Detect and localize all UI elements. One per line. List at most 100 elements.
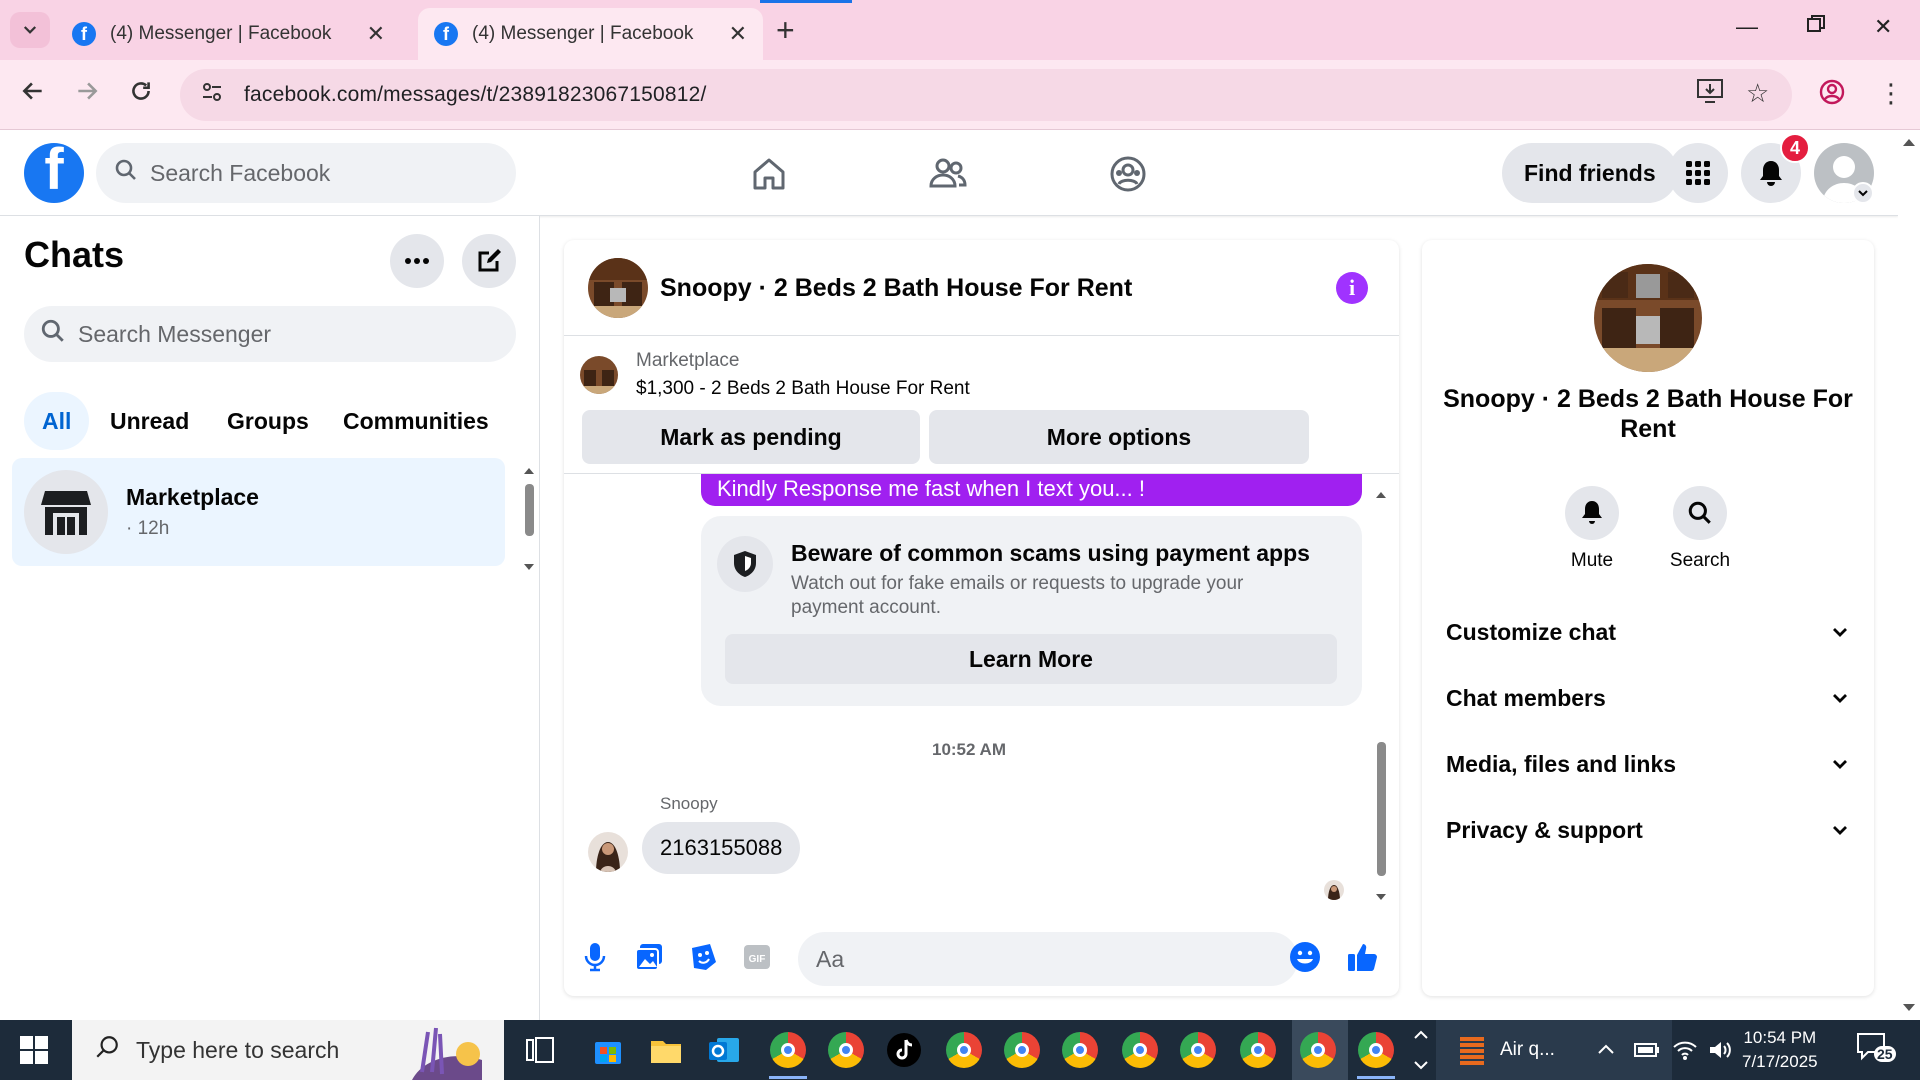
filter-all[interactable]: All xyxy=(24,392,90,450)
search-messenger-input[interactable]: Search Messenger xyxy=(24,306,516,362)
chat-list-item[interactable]: Marketplace · 12h xyxy=(12,458,505,566)
windows-start-icon[interactable] xyxy=(18,1034,50,1071)
weather-text: Air q... xyxy=(1500,1039,1555,1060)
restore-icon[interactable] xyxy=(1806,14,1826,40)
section-label: Chat members xyxy=(1446,684,1606,711)
microphone-icon[interactable] xyxy=(578,940,612,974)
wifi-icon[interactable] xyxy=(1672,1020,1698,1080)
chrome-profile-9-icon[interactable] xyxy=(1298,1030,1338,1070)
more-options-icon[interactable] xyxy=(390,234,444,288)
chrome-profile-6-icon[interactable] xyxy=(1120,1030,1160,1070)
tab-title: (4) Messenger | Facebook xyxy=(472,23,694,44)
close-tab-icon[interactable]: ✕ xyxy=(729,21,747,47)
outlook-icon[interactable] xyxy=(704,1030,744,1070)
facebook-favicon-icon: f xyxy=(434,22,458,46)
mark-as-pending-button[interactable]: Mark as pending xyxy=(582,410,920,464)
facebook-header: f Search Facebook Find friends 4 xyxy=(0,130,1898,216)
menu-grid-icon[interactable] xyxy=(1668,143,1728,203)
taskbar-scroll-arrows[interactable] xyxy=(1412,1026,1430,1080)
close-tab-icon[interactable]: ✕ xyxy=(367,21,385,47)
facebook-search-input[interactable]: Search Facebook xyxy=(96,143,516,203)
file-explorer-icon[interactable] xyxy=(646,1030,686,1070)
chevron-down-icon xyxy=(23,26,37,34)
facebook-logo-icon[interactable]: f xyxy=(24,143,84,203)
conversation-avatar[interactable] xyxy=(588,258,648,318)
bell-icon xyxy=(1565,486,1619,540)
new-tab-button[interactable]: + xyxy=(776,12,795,49)
filter-unread[interactable]: Unread xyxy=(92,392,207,450)
reload-icon[interactable] xyxy=(128,78,154,111)
chevron-down-icon xyxy=(1833,628,1847,637)
filter-groups[interactable]: Groups xyxy=(209,392,327,450)
gif-icon[interactable]: GIF xyxy=(740,940,774,974)
browser-tab-2[interactable]: f (4) Messenger | Facebook ✕ xyxy=(418,8,763,60)
task-view-icon[interactable] xyxy=(520,1030,560,1070)
page-scrollbar[interactable] xyxy=(1898,130,1920,1020)
photo-attach-icon[interactable] xyxy=(632,940,666,974)
taskbar-clock[interactable]: 10:54 PM 7/17/2025 xyxy=(1742,1026,1818,1074)
tiktok-icon[interactable] xyxy=(884,1030,924,1070)
chrome-profile-2-icon[interactable] xyxy=(826,1030,866,1070)
listing-thumbnail[interactable] xyxy=(580,356,618,394)
details-avatar[interactable] xyxy=(1594,264,1702,372)
incoming-message-bubble[interactable]: 2163155088 xyxy=(642,822,801,874)
chrome-profile-3-icon[interactable] xyxy=(944,1030,984,1070)
chrome-profile-m-icon[interactable] xyxy=(768,1030,808,1070)
learn-more-button[interactable]: Learn More xyxy=(725,634,1337,684)
conversation-scrollbar[interactable] xyxy=(1374,486,1388,906)
minimize-icon[interactable]: — xyxy=(1736,14,1758,40)
media-files-links-section[interactable]: Media, files and links xyxy=(1446,744,1850,784)
tab-search-dropdown[interactable] xyxy=(10,12,50,48)
show-hidden-icons[interactable] xyxy=(1596,1020,1616,1080)
privacy-support-section[interactable]: Privacy & support xyxy=(1446,810,1850,850)
volume-icon[interactable] xyxy=(1708,1020,1734,1080)
mute-action[interactable]: Mute xyxy=(1552,486,1632,572)
account-chevron-icon[interactable] xyxy=(1852,182,1874,204)
bookmark-star-icon[interactable]: ☆ xyxy=(1746,78,1769,109)
notification-center-icon[interactable]: 25 xyxy=(1856,1032,1896,1068)
browser-tab-1[interactable]: f (4) Messenger | Facebook ✕ xyxy=(56,8,401,60)
message-composer: GIF Aa xyxy=(564,920,1399,996)
customize-chat-section[interactable]: Customize chat xyxy=(1446,612,1850,652)
like-thumb-icon[interactable] xyxy=(1346,940,1380,974)
chat-list-scrollbar[interactable] xyxy=(522,464,534,574)
friends-nav-icon[interactable] xyxy=(924,150,972,198)
battery-icon[interactable] xyxy=(1634,1020,1660,1080)
close-window-icon[interactable]: ✕ xyxy=(1874,14,1892,40)
conversation-title[interactable]: Snoopy · 2 Beds 2 Bath House For Rent xyxy=(660,274,1132,303)
info-icon[interactable]: i xyxy=(1336,272,1368,304)
sender-avatar[interactable] xyxy=(588,832,628,872)
filter-communities[interactable]: Communities xyxy=(325,392,507,450)
taskbar-search-placeholder: Type here to search xyxy=(136,1036,340,1063)
chrome-profile-5-icon[interactable] xyxy=(1060,1030,1100,1070)
install-app-icon[interactable] xyxy=(1696,78,1724,111)
sticker-icon[interactable] xyxy=(686,940,720,974)
emoji-icon[interactable] xyxy=(1288,940,1322,974)
site-info-icon[interactable] xyxy=(200,80,224,110)
search-action[interactable]: Search xyxy=(1660,486,1740,572)
forward-icon[interactable] xyxy=(74,78,100,111)
browser-menu-icon[interactable]: ⋮ xyxy=(1878,78,1904,109)
listing-price-title[interactable]: $1,300 - 2 Beds 2 Bath House For Rent xyxy=(636,378,970,400)
home-nav-icon[interactable] xyxy=(745,150,793,198)
new-message-icon[interactable] xyxy=(462,234,516,288)
find-friends-button[interactable]: Find friends xyxy=(1502,143,1678,203)
message-input[interactable]: Aa xyxy=(798,932,1298,986)
omnibox[interactable]: facebook.com/messages/t/2389182306715081… xyxy=(180,69,1792,121)
active-app-indicator xyxy=(1357,1076,1395,1079)
groups-nav-icon[interactable] xyxy=(1104,150,1152,198)
chat-members-section[interactable]: Chat members xyxy=(1446,678,1850,718)
url-text[interactable]: facebook.com/messages/t/2389182306715081… xyxy=(244,83,707,107)
back-icon[interactable] xyxy=(20,78,46,111)
profile-icon[interactable] xyxy=(1818,78,1846,113)
search-icon xyxy=(1673,486,1727,540)
chrome-profile-10-icon[interactable] xyxy=(1356,1030,1396,1070)
chrome-profile-4-icon[interactable] xyxy=(1002,1030,1042,1070)
chrome-profile-7-icon[interactable] xyxy=(1178,1030,1218,1070)
more-options-button[interactable]: More options xyxy=(929,410,1309,464)
taskbar-search-input[interactable]: Type here to search xyxy=(72,1020,504,1080)
facebook-favicon-icon: f xyxy=(72,22,96,46)
air-quality-icon xyxy=(1460,1037,1484,1065)
chrome-profile-8-icon[interactable] xyxy=(1238,1030,1278,1070)
microsoft-store-icon[interactable] xyxy=(588,1030,628,1070)
